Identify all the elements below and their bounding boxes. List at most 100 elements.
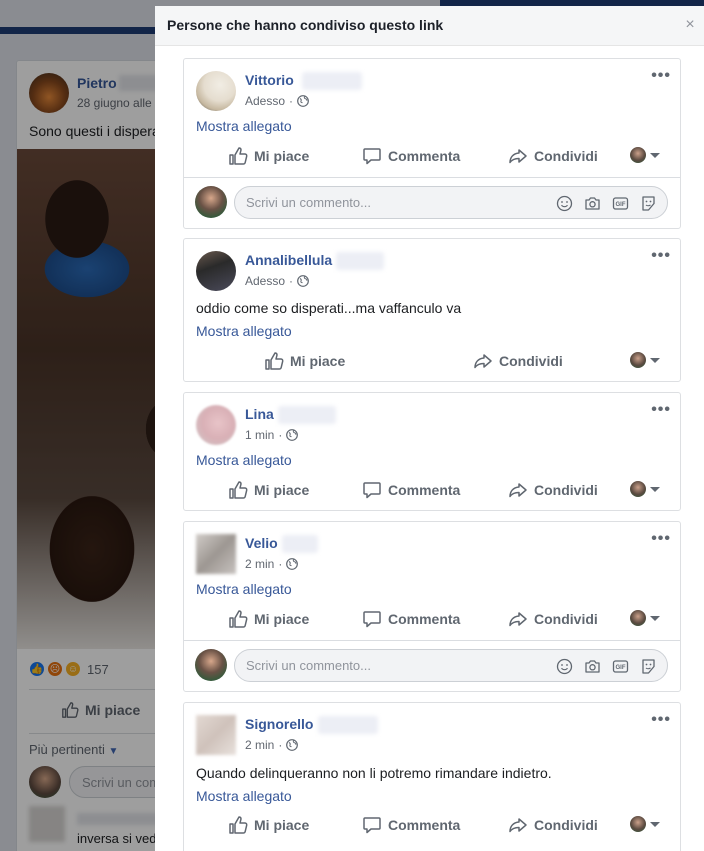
- like-button[interactable]: Mi piace: [228, 601, 309, 637]
- close-icon[interactable]: ×: [680, 15, 700, 35]
- share-button[interactable]: Condividi: [508, 601, 598, 637]
- avatar[interactable]: [196, 251, 236, 291]
- name-blur: [302, 72, 362, 90]
- globe-icon[interactable]: [286, 558, 299, 570]
- share-label: Condividi: [534, 611, 598, 627]
- comment-composer: Scrivi un commento... GIF: [184, 640, 680, 690]
- share-label: Condividi: [534, 148, 598, 164]
- show-attachment-link[interactable]: Mostra allegato: [196, 118, 292, 134]
- separator: ·: [289, 94, 294, 108]
- more-options-icon[interactable]: •••: [651, 530, 671, 548]
- comment-button[interactable]: Commenta: [362, 472, 460, 508]
- share-arrow-icon: [509, 149, 527, 164]
- more-options-icon[interactable]: •••: [651, 247, 671, 265]
- post-time[interactable]: Adesso: [245, 94, 285, 108]
- comment-input[interactable]: Scrivi un commento... GIF: [234, 649, 668, 682]
- share-card: Vittorio Adesso · ••• Mostra allegato Mi …: [183, 58, 681, 229]
- sharer-name[interactable]: Signorello: [245, 716, 313, 732]
- post-time[interactable]: 1 min: [245, 428, 274, 442]
- like-button[interactable]: Mi piace: [228, 138, 309, 174]
- post-time[interactable]: 2 min: [245, 557, 274, 571]
- comment-icon: [363, 817, 381, 834]
- globe-icon[interactable]: [297, 275, 309, 287]
- sharer-name[interactable]: Vittorio: [245, 72, 294, 88]
- comment-label: Commenta: [388, 611, 461, 627]
- sticker-icon[interactable]: [640, 195, 657, 212]
- gif-icon[interactable]: GIF: [612, 658, 629, 675]
- avatar[interactable]: [196, 405, 236, 445]
- sticker-icon[interactable]: [640, 658, 657, 675]
- share-arrow-icon: [509, 483, 527, 498]
- my-avatar-mini: [630, 147, 646, 163]
- svg-text:GIF: GIF: [616, 665, 626, 671]
- separator: ·: [278, 428, 283, 442]
- share-text: Quando delinqueranno non li potremo rima…: [196, 765, 552, 781]
- shares-dialog: Persone che hanno condiviso questo link …: [155, 6, 704, 851]
- comment-button[interactable]: Commenta: [362, 807, 460, 843]
- like-button[interactable]: Mi piace: [264, 343, 345, 379]
- share-button[interactable]: Condividi: [508, 472, 598, 508]
- globe-icon[interactable]: [297, 95, 309, 107]
- like-button[interactable]: Mi piace: [228, 807, 309, 843]
- dialog-title: Persone che hanno condiviso questo link: [167, 17, 444, 33]
- share-as-selector[interactable]: [630, 610, 660, 626]
- name-blur: [278, 406, 336, 424]
- share-card: Lina 1 min · ••• Mostra allegato Mi piace…: [183, 392, 681, 511]
- name-blur: [282, 535, 318, 553]
- show-attachment-link[interactable]: Mostra allegato: [196, 581, 292, 597]
- show-attachment-link[interactable]: Mostra allegato: [196, 788, 292, 804]
- thumbs-up-icon: [229, 816, 248, 834]
- share-label: Condividi: [534, 482, 598, 498]
- show-attachment-link[interactable]: Mostra allegato: [196, 323, 292, 339]
- like-label: Mi piace: [254, 611, 310, 627]
- share-as-selector[interactable]: [630, 816, 660, 832]
- comment-composer: Scrivi un commento... GIF: [184, 177, 680, 227]
- sharer-name[interactable]: Velio: [245, 535, 278, 551]
- share-as-selector[interactable]: [630, 352, 660, 368]
- share-button[interactable]: Condividi: [508, 138, 598, 174]
- action-bar: Mi piace Commenta Condividi: [196, 138, 668, 174]
- share-button[interactable]: Condividi: [508, 807, 598, 843]
- like-label: Mi piace: [290, 353, 346, 369]
- post-meta: Adesso ·: [245, 94, 309, 108]
- post-time[interactable]: 2 min: [245, 738, 274, 752]
- show-attachment-link[interactable]: Mostra allegato: [196, 452, 292, 468]
- comment-button[interactable]: Commenta: [362, 138, 460, 174]
- svg-text:GIF: GIF: [616, 202, 626, 208]
- avatar[interactable]: [196, 715, 236, 755]
- camera-icon[interactable]: [584, 195, 601, 212]
- globe-icon[interactable]: [286, 429, 299, 441]
- sharer-name[interactable]: Lina: [245, 406, 274, 422]
- comment-placeholder: Scrivi un commento...: [246, 195, 371, 210]
- action-bar: Mi piace Commenta Condividi: [196, 601, 668, 637]
- like-label: Mi piace: [254, 148, 310, 164]
- caret-down-icon: [650, 821, 660, 827]
- share-as-selector[interactable]: [630, 481, 660, 497]
- share-button[interactable]: Condividi: [473, 343, 563, 379]
- emoji-icon[interactable]: [556, 658, 573, 675]
- my-avatar[interactable]: [195, 649, 227, 681]
- comment-placeholder: Scrivi un commento...: [246, 658, 371, 673]
- emoji-icon[interactable]: [556, 195, 573, 212]
- caret-down-icon: [650, 486, 660, 492]
- more-options-icon[interactable]: •••: [651, 67, 671, 85]
- avatar[interactable]: [196, 71, 236, 111]
- like-button[interactable]: Mi piace: [228, 472, 309, 508]
- separator: ·: [278, 738, 283, 752]
- post-time[interactable]: Adesso: [245, 274, 285, 288]
- like-label: Mi piace: [254, 817, 310, 833]
- sharer-name[interactable]: Annalibellula: [245, 252, 332, 268]
- avatar[interactable]: [196, 534, 236, 574]
- camera-icon[interactable]: [584, 658, 601, 675]
- more-options-icon[interactable]: •••: [651, 401, 671, 419]
- more-options-icon[interactable]: •••: [651, 711, 671, 729]
- comment-button[interactable]: Commenta: [362, 601, 460, 637]
- comment-input[interactable]: Scrivi un commento... GIF: [234, 186, 668, 219]
- post-meta: Adesso ·: [245, 274, 309, 288]
- my-avatar[interactable]: [195, 186, 227, 218]
- share-as-selector[interactable]: [630, 147, 660, 163]
- globe-icon[interactable]: [286, 739, 299, 751]
- share-label: Condividi: [499, 353, 563, 369]
- share-card: Annalibellula Adesso · ••• oddio come so …: [183, 238, 681, 382]
- gif-icon[interactable]: GIF: [612, 195, 629, 212]
